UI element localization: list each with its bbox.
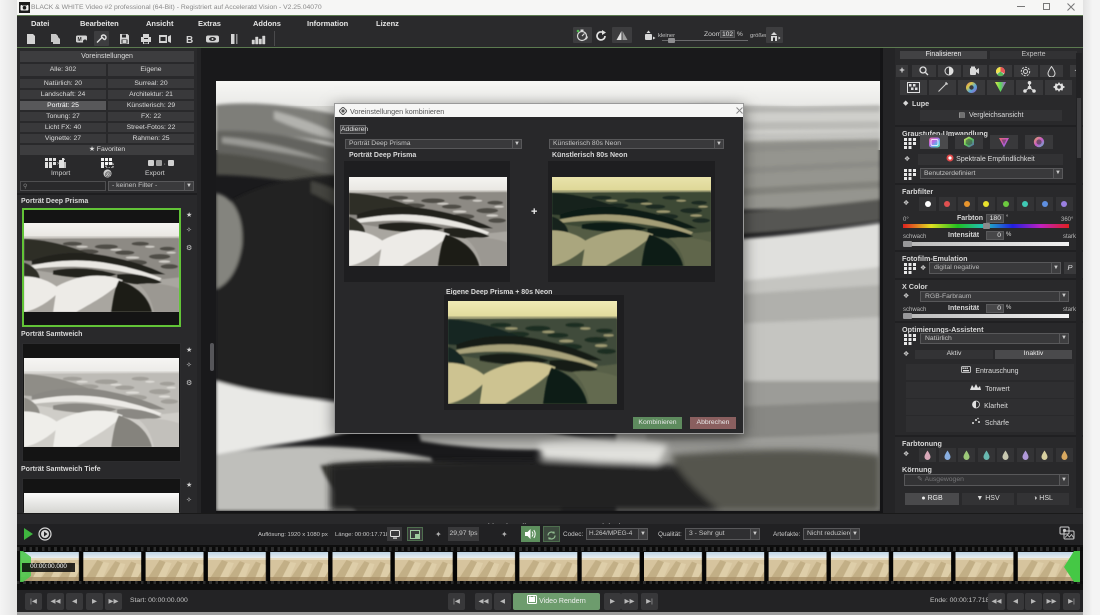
svg-text:·: ·: [164, 159, 167, 168]
svg-text:@: @: [105, 171, 112, 178]
svg-text:B: B: [186, 35, 193, 45]
svg-text:M: M: [78, 37, 82, 43]
svg-text:›: ›: [57, 161, 59, 167]
